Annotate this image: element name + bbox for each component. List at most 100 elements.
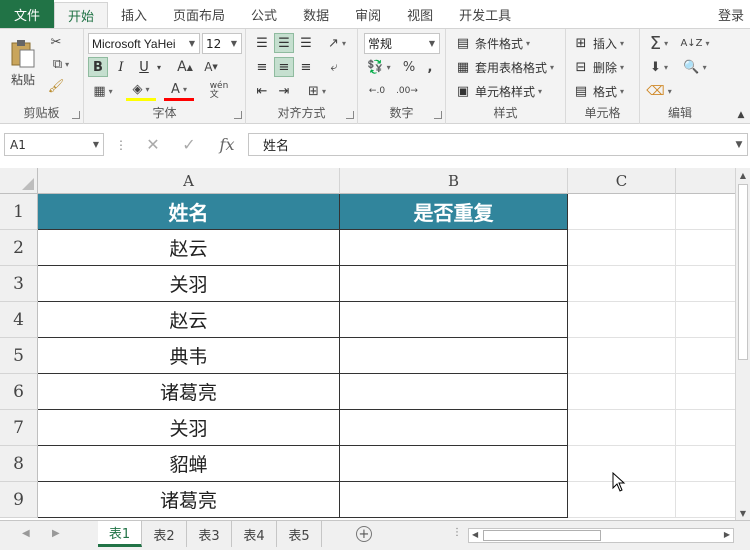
- scroll-up-icon[interactable]: ▲: [736, 168, 750, 182]
- name-cell[interactable]: 关羽: [38, 266, 340, 302]
- increase-decimal-icon[interactable]: ←.0: [364, 81, 390, 101]
- comma-style-icon[interactable]: ,: [422, 57, 438, 77]
- duplicate-check-cell[interactable]: [340, 410, 568, 446]
- column-header-a[interactable]: A: [38, 168, 340, 194]
- align-center-icon[interactable]: ≡: [274, 57, 294, 77]
- empty-cell[interactable]: [676, 338, 735, 374]
- cell-styles-button[interactable]: ▣ 单元格样式 ▾: [454, 83, 542, 100]
- empty-cell[interactable]: [676, 302, 735, 338]
- number-format-select[interactable]: 常规 ▼: [364, 33, 440, 54]
- phonetic-icon[interactable]: wén 文: [204, 79, 234, 103]
- empty-cell[interactable]: [568, 266, 676, 302]
- grow-font-icon[interactable]: A ▲: [174, 57, 196, 77]
- italic-button[interactable]: I: [111, 57, 131, 77]
- empty-cell[interactable]: [676, 230, 735, 266]
- sheet-tab-5[interactable]: 表5: [277, 521, 322, 547]
- font-family-select[interactable]: Microsoft YaHei ▼: [88, 33, 200, 54]
- tab-formulas[interactable]: 公式: [238, 0, 290, 28]
- cut-icon[interactable]: ✂: [46, 33, 66, 51]
- empty-cell[interactable]: [568, 302, 676, 338]
- name-box[interactable]: A1 ▼: [4, 133, 104, 156]
- clear-icon[interactable]: ⌫ ▾: [646, 81, 672, 101]
- align-right-icon[interactable]: ≡: [296, 57, 316, 77]
- empty-cell[interactable]: [676, 266, 735, 302]
- worksheet-grid[interactable]: A B C 1 姓名 是否重复 2 赵云 3 关羽 4 赵云 5 典韦 6 诸葛亮 7 关羽 8 貂蝉 9 诸葛亮: [0, 168, 735, 520]
- column-header-b[interactable]: B: [340, 168, 568, 194]
- tab-home[interactable]: 开始: [54, 2, 109, 28]
- orientation-icon[interactable]: ↗ ▾: [322, 33, 352, 53]
- align-top-icon[interactable]: ☰: [252, 33, 272, 53]
- horizontal-scrollbar[interactable]: ◀ ▶: [468, 528, 734, 543]
- decrease-decimal-icon[interactable]: .00→: [394, 81, 420, 101]
- duplicate-check-cell[interactable]: [340, 482, 568, 518]
- duplicate-check-cell[interactable]: [340, 446, 568, 482]
- number-launcher-icon[interactable]: [434, 111, 442, 119]
- row-header[interactable]: 1: [0, 194, 38, 230]
- empty-cell[interactable]: [676, 482, 735, 518]
- empty-cell[interactable]: [676, 374, 735, 410]
- column-header-c[interactable]: C: [568, 168, 676, 194]
- format-cells-button[interactable]: ▤ 格式 ▾: [572, 83, 624, 100]
- format-painter-icon[interactable]: 🖌: [46, 77, 66, 95]
- row-header[interactable]: 9: [0, 482, 38, 518]
- sheet-tab-4[interactable]: 表4: [232, 521, 277, 547]
- scroll-right-icon[interactable]: ▶: [724, 530, 730, 539]
- row-header[interactable]: 6: [0, 374, 38, 410]
- name-cell[interactable]: 赵云: [38, 302, 340, 338]
- find-select-icon[interactable]: 🔍 ▾: [680, 57, 710, 77]
- collapse-ribbon-icon[interactable]: ▲: [734, 109, 748, 121]
- scroll-down-icon[interactable]: ▼: [736, 506, 750, 520]
- sheet-tab-2[interactable]: 表2: [142, 521, 187, 547]
- decrease-indent-icon[interactable]: ⇤: [252, 81, 272, 101]
- prev-sheet-icon[interactable]: ◀: [22, 528, 30, 539]
- empty-cell[interactable]: [568, 338, 676, 374]
- empty-cell[interactable]: [568, 374, 676, 410]
- confirm-entry-icon[interactable]: ✓: [176, 133, 202, 156]
- table-header-cell[interactable]: 是否重复: [340, 194, 568, 230]
- sheet-tab-3[interactable]: 表3: [187, 521, 232, 547]
- table-header-cell[interactable]: 姓名: [38, 194, 340, 230]
- bold-button[interactable]: B: [88, 57, 108, 77]
- merge-center-icon[interactable]: ⊞ ▾: [302, 81, 332, 101]
- align-left-icon[interactable]: ≡: [252, 57, 272, 77]
- fill-icon[interactable]: ⬇ ▾: [646, 57, 672, 77]
- underline-button[interactable]: U: [134, 57, 154, 77]
- increase-indent-icon[interactable]: ⇥: [274, 81, 294, 101]
- tab-insert[interactable]: 插入: [108, 0, 160, 28]
- align-bottom-icon[interactable]: ☰: [296, 33, 316, 53]
- name-cell[interactable]: 诸葛亮: [38, 482, 340, 518]
- accounting-format-icon[interactable]: 💱 ▾: [364, 57, 394, 77]
- align-middle-icon[interactable]: ☰: [274, 33, 294, 53]
- duplicate-check-cell[interactable]: [340, 338, 568, 374]
- next-sheet-icon[interactable]: ▶: [52, 528, 60, 539]
- duplicate-check-cell[interactable]: [340, 266, 568, 302]
- formula-bar-menu-icon[interactable]: ⋮: [115, 133, 127, 156]
- tab-review[interactable]: 审阅: [342, 0, 394, 28]
- font-color-icon[interactable]: A ▾: [164, 81, 194, 101]
- select-all-corner[interactable]: [0, 168, 38, 194]
- sort-filter-icon[interactable]: A↓Z ▾: [680, 33, 710, 53]
- tab-file[interactable]: 文件: [0, 0, 54, 28]
- paste-button[interactable]: 粘贴: [6, 35, 40, 91]
- wrap-text-icon[interactable]: ⤶: [324, 57, 344, 77]
- tab-split-handle-icon[interactable]: ⋮: [452, 527, 462, 538]
- shrink-font-icon[interactable]: A ▼: [200, 57, 222, 77]
- autosum-icon[interactable]: Σ ▾: [646, 33, 672, 54]
- name-cell[interactable]: 赵云: [38, 230, 340, 266]
- duplicate-check-cell[interactable]: [340, 302, 568, 338]
- empty-cell[interactable]: [676, 410, 735, 446]
- format-as-table-button[interactable]: ▦ 套用表格格式 ▾: [454, 59, 554, 76]
- vertical-scrollbar[interactable]: ▲ ▼: [735, 168, 750, 520]
- tab-developer[interactable]: 开发工具: [446, 0, 524, 28]
- add-sheet-icon[interactable]: +: [356, 526, 372, 542]
- empty-cell[interactable]: [676, 194, 735, 230]
- borders-icon[interactable]: ▦ ▾: [88, 81, 118, 101]
- row-header[interactable]: 2: [0, 230, 38, 266]
- duplicate-check-cell[interactable]: [340, 230, 568, 266]
- empty-cell[interactable]: [676, 446, 735, 482]
- empty-cell[interactable]: [568, 230, 676, 266]
- conditional-formatting-button[interactable]: ▤ 条件格式 ▾: [454, 35, 530, 52]
- name-cell[interactable]: 貂蝉: [38, 446, 340, 482]
- sheet-tab-1[interactable]: 表1: [98, 521, 142, 547]
- column-header-d[interactable]: [676, 168, 735, 194]
